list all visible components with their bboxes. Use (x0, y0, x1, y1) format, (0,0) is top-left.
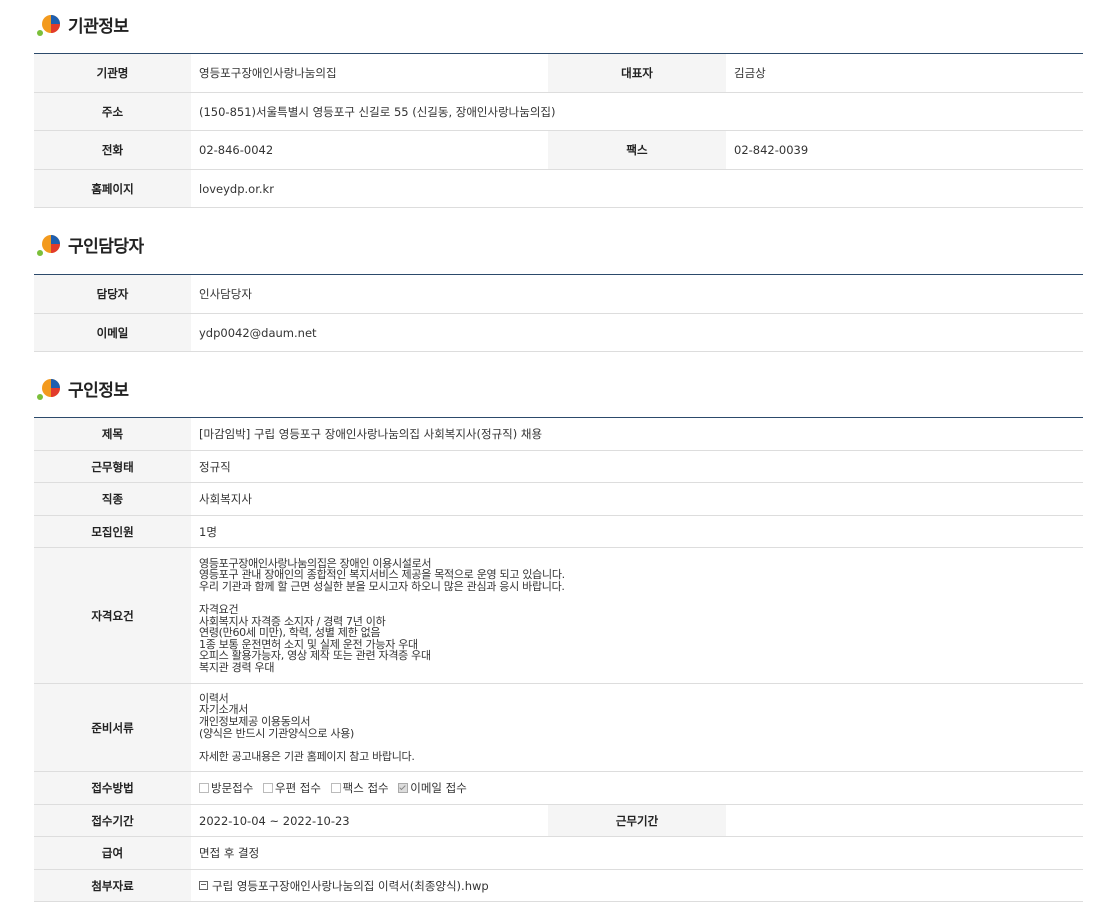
checkbox-checked-icon[interactable] (398, 783, 409, 793)
rep-value: 김금상 (726, 53, 1083, 93)
table-row: 주소 (150-851)서울특별시 영등포구 신길로 55 (신길동, 장애인사… (34, 92, 1083, 131)
table-row: 홈페이지 loveydp.or.kr (34, 169, 1083, 208)
method-fax[interactable]: 팩스 접수 (330, 781, 389, 795)
occupation-value: 사회복지사 (191, 482, 1084, 516)
occupation-label: 직종 (34, 482, 191, 516)
qualification-label: 자격요건 (34, 547, 191, 684)
section-title-contact: 구인담당자 (36, 230, 144, 258)
table-row: 접수방법 방문접수 우편 접수 팩스 접수 이메일 접수 (34, 771, 1084, 805)
period-value: 2022-10-04 ~ 2022-10-23 (191, 804, 548, 837)
table-row: 모집인원 1명 (34, 515, 1084, 548)
method-post-label: 우편 접수 (274, 781, 321, 795)
headcount-label: 모집인원 (34, 515, 191, 548)
table-row: 접수기간 2022-10-04 ~ 2022-10-23 근무기간 (34, 804, 1084, 837)
table-row: 자격요건 영등포구장애인사랑나눔의집은 장애인 이용시설로서 영등포구 관내 장… (34, 547, 1084, 684)
table-row: 급여 면접 후 결정 (34, 836, 1084, 870)
person-value: 인사담당자 (191, 274, 1083, 314)
email-value[interactable]: ydp0042@daum.net (191, 313, 1083, 352)
subject-label: 제목 (34, 417, 191, 451)
qualification-value: 영등포구장애인사랑나눔의집은 장애인 이용시설로서 영등포구 관내 장애인의 종… (191, 547, 1084, 684)
address-label: 주소 (34, 92, 191, 131)
section-heading: 구인정보 (68, 380, 129, 401)
attachment-label: 첨부자료 (34, 869, 191, 902)
section-title-job: 구인정보 (36, 374, 129, 402)
section-logo-icon (36, 231, 62, 257)
table-row: 기관명 영등포구장애인사랑나눔의집 대표자 김금상 (34, 53, 1083, 93)
homepage-label: 홈페이지 (34, 169, 191, 208)
attachment-link[interactable]: 구립 영등포구장애인사랑나눔의집 이력서(최종양식).hwp (212, 879, 489, 893)
method-post[interactable]: 우편 접수 (262, 781, 321, 795)
file-icon (199, 880, 208, 890)
section-title-org: 기관정보 (36, 10, 129, 38)
method-email[interactable]: 이메일 접수 (398, 781, 467, 795)
person-label: 담당자 (34, 274, 191, 314)
method-fax-label: 팩스 접수 (342, 781, 389, 795)
headcount-value: 1명 (191, 515, 1084, 548)
address-value: (150-851)서울특별시 영등포구 신길로 55 (신길동, 장애인사랑나눔… (191, 92, 1083, 131)
method-visit-label: 방문접수 (211, 781, 254, 795)
table-row: 근무형태 정규직 (34, 450, 1084, 483)
fax-label: 팩스 (548, 130, 726, 170)
phone-label: 전화 (34, 130, 191, 170)
table-row: 첨부자료 구립 영등포구장애인사랑나눔의집 이력서(최종양식).hwp (34, 869, 1084, 902)
table-row: 직종 사회복지사 (34, 482, 1084, 516)
table-row: 전화 02-846-0042 팩스 02-842-0039 (34, 130, 1083, 170)
checkbox-icon[interactable] (330, 783, 341, 793)
checkbox-icon[interactable] (262, 783, 273, 793)
org-name-value: 영등포구장애인사랑나눔의집 (191, 53, 548, 93)
phone-value: 02-846-0042 (191, 130, 548, 170)
method-visit[interactable]: 방문접수 (199, 781, 253, 795)
salary-value: 면접 후 결정 (191, 836, 1084, 870)
period-label: 접수기간 (34, 804, 191, 837)
section-heading: 기관정보 (68, 16, 129, 37)
method-email-label: 이메일 접수 (410, 781, 467, 795)
worktype-value: 정규직 (191, 450, 1084, 483)
rep-label: 대표자 (548, 53, 726, 93)
workperiod-label: 근무기간 (548, 804, 726, 837)
subject-value: [마감임박] 구립 영등포구 장애인사랑나눔의집 사회복지사(정규직) 채용 (191, 417, 1084, 451)
salary-label: 급여 (34, 836, 191, 870)
table-row: 이메일 ydp0042@daum.net (34, 313, 1083, 352)
attachment-cell: 구립 영등포구장애인사랑나눔의집 이력서(최종양식).hwp (191, 869, 1084, 902)
documents-value: 이력서 자기소개서 개인정보제공 이용동의서 (양식은 반드시 기관양식으로 사… (191, 683, 1084, 772)
workperiod-value (726, 804, 1084, 837)
method-options: 방문접수 우편 접수 팩스 접수 이메일 접수 (191, 771, 1084, 805)
email-label: 이메일 (34, 313, 191, 352)
checkbox-icon[interactable] (199, 783, 209, 793)
org-name-label: 기관명 (34, 53, 191, 93)
section-logo-icon (36, 375, 62, 401)
table-row: 제목 [마감임박] 구립 영등포구 장애인사랑나눔의집 사회복지사(정규직) 채… (34, 417, 1084, 451)
org-info-table: 기관명 영등포구장애인사랑나눔의집 대표자 김금상 주소 (150-851)서울… (34, 53, 1083, 208)
section-logo-icon (36, 11, 62, 37)
table-row: 담당자 인사담당자 (34, 274, 1083, 314)
documents-label: 준비서류 (34, 683, 191, 772)
worktype-label: 근무형태 (34, 450, 191, 483)
method-label: 접수방법 (34, 771, 191, 805)
contact-info-table: 담당자 인사담당자 이메일 ydp0042@daum.net (34, 274, 1083, 352)
homepage-link[interactable]: loveydp.or.kr (191, 169, 1083, 208)
section-heading: 구인담당자 (68, 236, 144, 257)
fax-value: 02-842-0039 (726, 130, 1083, 170)
table-row: 준비서류 이력서 자기소개서 개인정보제공 이용동의서 (양식은 반드시 기관양… (34, 683, 1084, 772)
job-info-table: 제목 [마감임박] 구립 영등포구 장애인사랑나눔의집 사회복지사(정규직) 채… (34, 417, 1084, 902)
